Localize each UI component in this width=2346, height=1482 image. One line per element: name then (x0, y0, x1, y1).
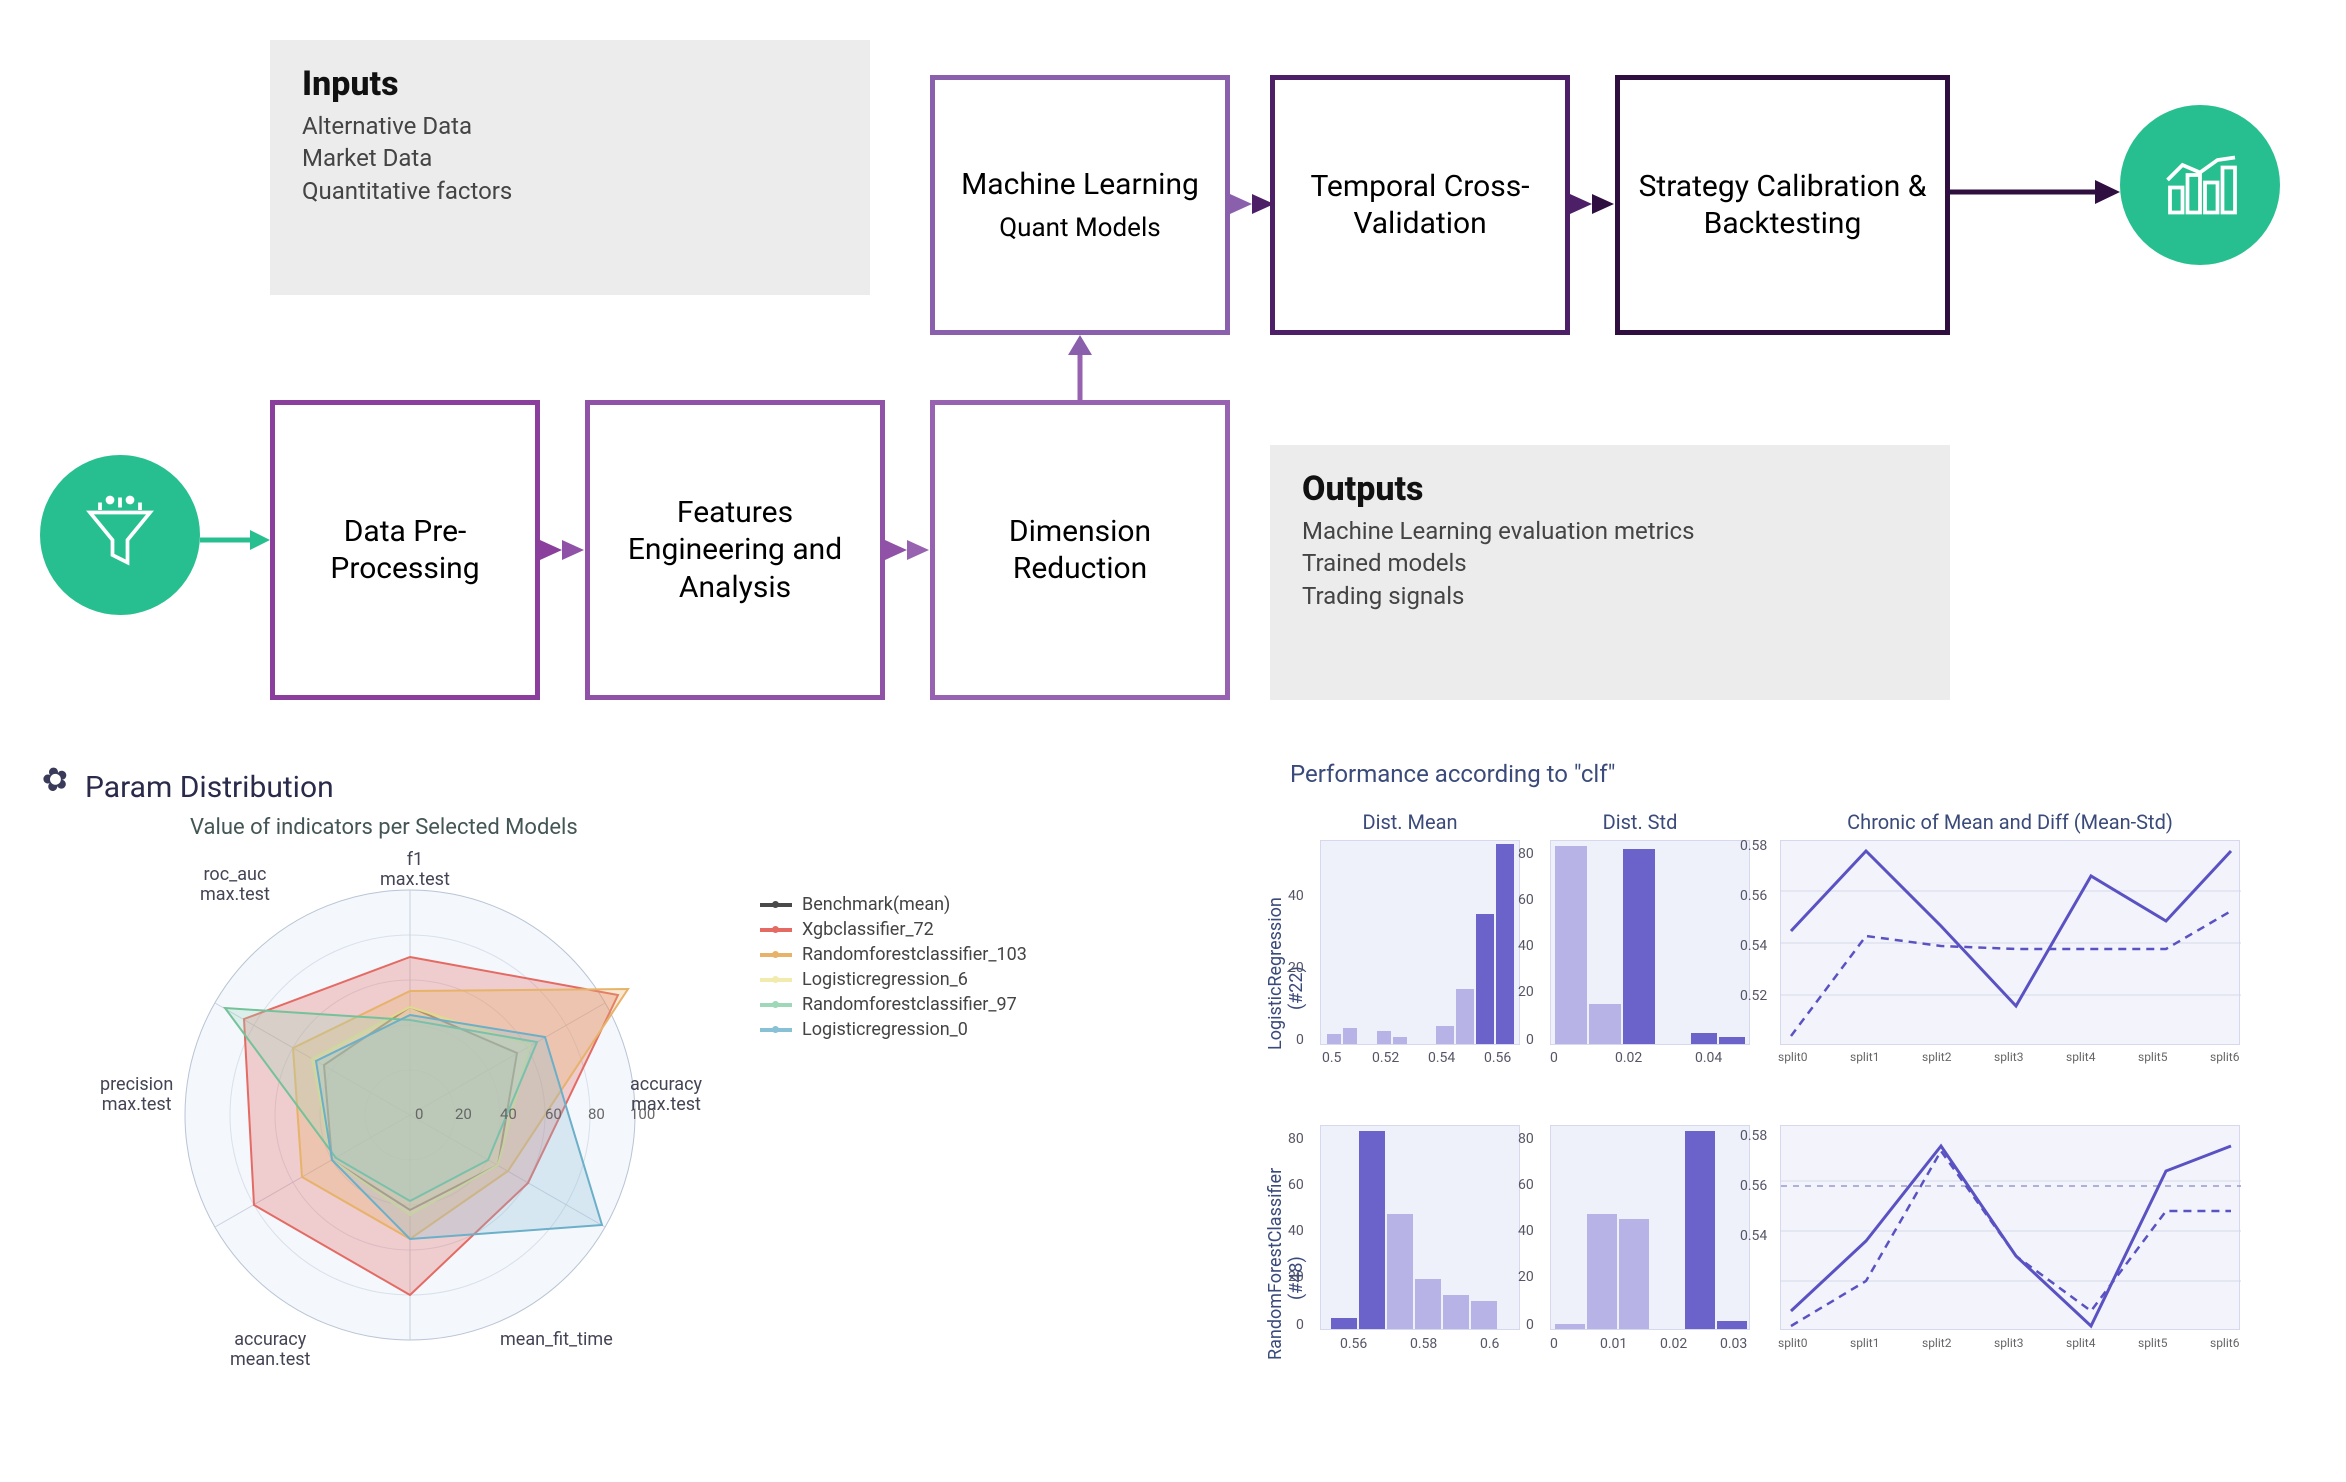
svg-text:20: 20 (455, 1105, 472, 1123)
axis-prec: precisionmax.test (100, 1075, 173, 1115)
inputs-item-0: Alternative Data (302, 110, 838, 142)
box-calib: Strategy Calibration & Backtesting (1615, 75, 1950, 335)
arrow-in (200, 526, 270, 554)
box-feat-eng: Features Engineering and Analysis (585, 400, 885, 700)
radar-legend: Benchmark(mean) Xgbclassifier_72 Randomf… (760, 890, 1027, 1044)
col-dist-mean: Dist. Mean (1320, 810, 1500, 834)
arrow-2-3 (885, 536, 933, 564)
inputs-box: Inputs Alternative Data Market Data Quan… (270, 40, 870, 295)
axis-fit: mean_fit_time (500, 1330, 613, 1350)
arrow-1-2 (540, 536, 588, 564)
box-ml-sub: Quant Models (961, 212, 1199, 245)
outputs-item-2: Trading signals (1302, 580, 1918, 612)
box-cv-label: Temporal Cross-Validation (1293, 168, 1547, 243)
svg-text:40: 40 (500, 1105, 517, 1123)
col-dist-std: Dist. Std (1550, 810, 1730, 834)
perf-title: Performance according to "clf" (1290, 760, 1616, 788)
axis-roc: roc_aucmax.test (200, 865, 270, 905)
legend-item: Logisticregression_6 (760, 969, 1027, 990)
box-ml-main: Machine Learning (961, 167, 1199, 202)
svg-text:60: 60 (545, 1105, 562, 1123)
chart-lr-line (1780, 840, 2240, 1045)
legend-item: Randomforestclassifier_97 (760, 994, 1027, 1015)
legend-item: Randomforestclassifier_103 (760, 944, 1027, 965)
box-data-pre: Data Pre-Processing (270, 400, 540, 700)
box-calib-label: Strategy Calibration & Backtesting (1638, 168, 1927, 243)
arrow-ml-cv (1230, 190, 1274, 218)
outputs-item-0: Machine Learning evaluation metrics (1302, 515, 1918, 547)
box-cv: Temporal Cross-Validation (1270, 75, 1570, 335)
arrow-cv-calib (1570, 190, 1618, 218)
chart-rf-line (1780, 1125, 2240, 1330)
tool-logo-icon: ✿ (38, 757, 74, 801)
box-ml: Machine Learning Quant Models (930, 75, 1230, 335)
outputs-item-1: Trained models (1302, 547, 1918, 579)
param-title: Param Distribution (85, 770, 334, 805)
svg-text:0: 0 (415, 1105, 423, 1123)
axis-accmax: accuracymax.test (630, 1075, 702, 1115)
charts-panel: ✿ Param Distribution Value of indicators… (40, 740, 2306, 1460)
chart-lr-std (1550, 840, 1750, 1045)
row-logreg: LogisticRegression (1265, 897, 1286, 1050)
param-subtitle: Value of indicators per Selected Models (190, 815, 578, 840)
axis-accmean: accuracymean.test (230, 1330, 310, 1370)
outputs-box: Outputs Machine Learning evaluation metr… (1270, 445, 1950, 700)
box-feat-eng-label: Features Engineering and Analysis (608, 494, 862, 607)
chart-rf-mean (1320, 1125, 1520, 1330)
legend-item: Xgbclassifier_72 (760, 919, 1027, 940)
chart-result-icon (2120, 105, 2280, 265)
chart-lr-mean (1320, 840, 1520, 1045)
box-dim-red-label: Dimension Reduction (953, 513, 1207, 588)
arrow-up (1050, 335, 1110, 405)
svg-text:80: 80 (588, 1105, 605, 1123)
legend-item: Benchmark(mean) (760, 894, 1027, 915)
col-chronic: Chronic of Mean and Diff (Mean-Std) (1780, 810, 2240, 834)
legend-item: Logisticregression_0 (760, 1019, 1027, 1040)
outputs-heading: Outputs (1302, 469, 1918, 509)
box-data-pre-label: Data Pre-Processing (293, 513, 517, 588)
radar-chart: 0 20 40 60 80 100 f1max.test accuracymax… (130, 850, 690, 1370)
inputs-item-2: Quantitative factors (302, 175, 838, 207)
funnel-icon (40, 455, 200, 615)
axis-f1: f1max.test (380, 850, 450, 890)
pipeline-diagram: Inputs Alternative Data Market Data Quan… (40, 40, 2306, 720)
box-dim-red: Dimension Reduction (930, 400, 1230, 700)
inputs-item-1: Market Data (302, 142, 838, 174)
inputs-heading: Inputs (302, 64, 838, 104)
row-rf: RandomForestClassifier (1265, 1168, 1286, 1360)
chart-rf-std (1550, 1125, 1750, 1330)
arrow-out (1950, 178, 2120, 206)
